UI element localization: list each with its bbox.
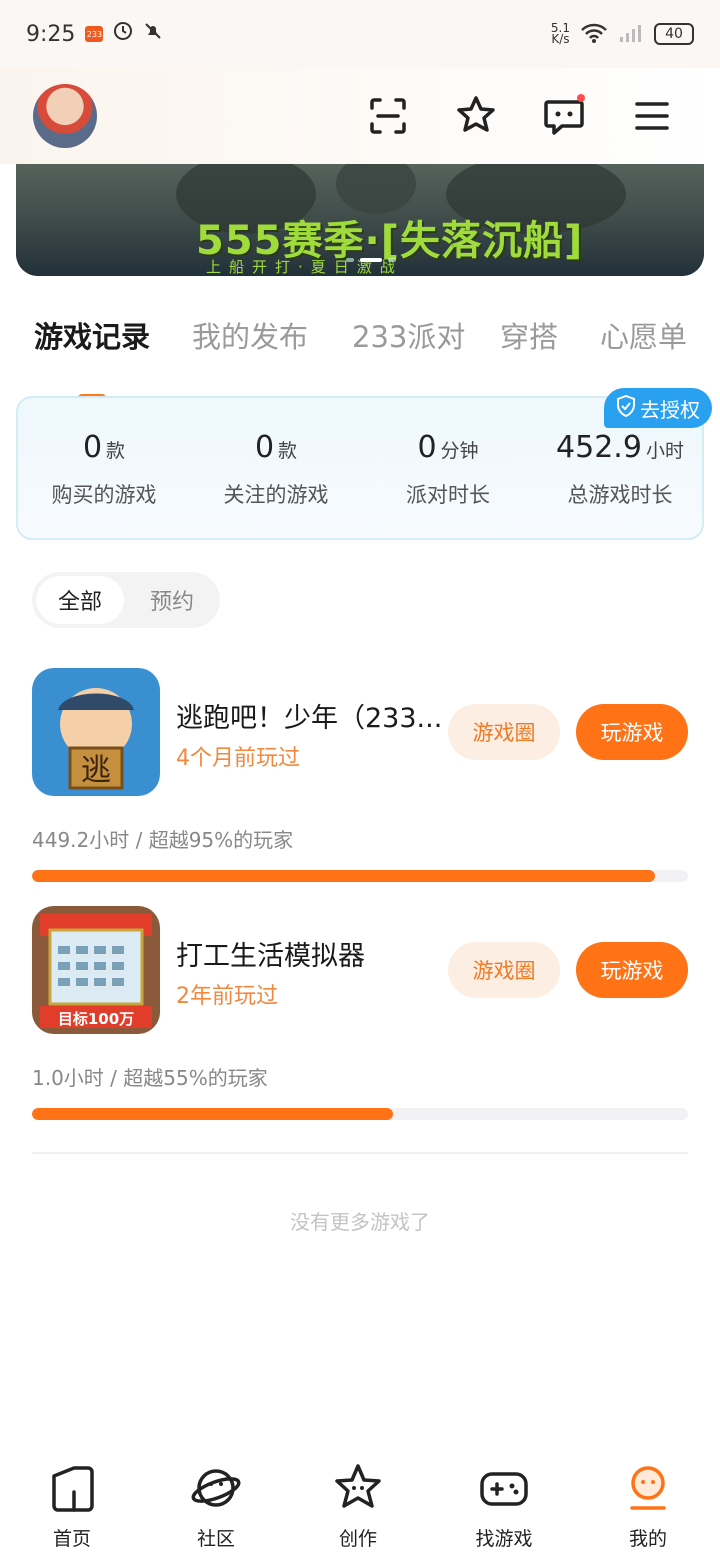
tab-wishlist[interactable]: 心愿单	[600, 314, 687, 356]
banner-dot-active	[360, 258, 382, 262]
shield-check-icon	[616, 394, 636, 422]
mute-icon	[143, 21, 163, 47]
authorize-label: 去授权	[640, 397, 700, 422]
tab-outfits[interactable]: 穿搭	[500, 314, 558, 356]
top-header	[0, 68, 720, 164]
status-right: 5.1 K/s 40	[550, 21, 694, 46]
stat-value: 0	[254, 430, 275, 465]
playtime-stat: 449.2小时 / 超越95%的玩家	[32, 828, 294, 852]
menu-icon[interactable]	[630, 94, 674, 138]
sync-icon	[113, 21, 133, 47]
tab-game-records[interactable]: 游戏记录	[34, 314, 150, 356]
nav-label: 社区	[196, 1528, 235, 1550]
tab-my-posts[interactable]: 我的发布	[192, 314, 308, 356]
last-played: 4个月前玩过	[176, 746, 300, 771]
stat-followed[interactable]: 0款 关注的游戏	[190, 430, 362, 509]
tab-233-party[interactable]: 233派对	[352, 314, 465, 356]
list-divider	[32, 1152, 688, 1154]
home-icon	[46, 1462, 98, 1518]
game-icon[interactable]: 目标100万	[32, 906, 160, 1034]
game-title: 打工生活模拟器	[176, 941, 365, 972]
stat-unit: 小时	[645, 440, 684, 462]
message-icon[interactable]	[542, 94, 586, 138]
stat-unit: 款	[106, 440, 126, 462]
status-bar: 9:25 233 5.1 K/s 40	[0, 0, 720, 68]
game-row[interactable]: 逃 逃跑吧！少年（233... 4个月前玩过 游戏圈 玩游戏 449.2小时 /…	[0, 668, 720, 904]
game-title: 逃跑吧！少年（233...	[176, 703, 443, 734]
gamepad-icon	[478, 1462, 530, 1518]
main-card: 游戏记录 我的发布 233派对 穿搭 心愿单 0款 购买的游戏 0款 关注的游戏…	[0, 292, 720, 1560]
game-icon-text: 目标100万	[58, 1010, 134, 1028]
play-game-button[interactable]: 玩游戏	[576, 942, 688, 998]
nav-find-games[interactable]: 找游戏	[444, 1462, 564, 1551]
profile-icon	[622, 1462, 674, 1518]
star-icon	[332, 1462, 384, 1518]
game-circle-button[interactable]: 游戏圈	[448, 942, 560, 998]
no-more-games-text: 没有更多游戏了	[290, 1210, 430, 1234]
net-speed: 5.1 K/s	[550, 21, 570, 46]
nav-label: 创作	[338, 1528, 377, 1550]
nav-create[interactable]: 创作	[298, 1462, 418, 1551]
play-game-button[interactable]: 玩游戏	[576, 704, 688, 760]
banner-indicator	[346, 258, 396, 262]
stat-label: 购买的游戏	[51, 483, 157, 507]
app-233-icon: 233	[85, 26, 104, 42]
filter-reserve[interactable]: 预约	[128, 576, 216, 624]
game-icon-text: 逃	[81, 753, 111, 788]
playtime-progress	[32, 1108, 688, 1120]
stat-unit: 款	[278, 440, 298, 462]
nav-label: 找游戏	[475, 1528, 533, 1550]
stats-panel: 0款 购买的游戏 0款 关注的游戏 0 分钟 派对时长 452.9 小时 总游戏时长	[16, 396, 704, 540]
filter-all[interactable]: 全部	[36, 576, 124, 624]
signal-icon	[618, 23, 644, 46]
avatar[interactable]	[33, 84, 97, 148]
nav-profile[interactable]: 我的	[588, 1462, 708, 1551]
tab-bar: 游戏记录 我的发布 233派对 穿搭 心愿单	[0, 314, 720, 402]
stat-value: 0	[417, 430, 437, 465]
playtime-stat: 1.0小时 / 超越55%的玩家	[32, 1066, 268, 1090]
promo-banner[interactable]: 555赛季·[失落沉船] 上船开打·夏日激战	[16, 164, 704, 276]
bottom-nav: 首页 社区 创作 找游戏 我的	[0, 1454, 720, 1560]
nav-community[interactable]: 社区	[156, 1462, 276, 1551]
banner-dot	[346, 258, 354, 262]
stat-value: 0	[82, 430, 103, 465]
stat-purchased[interactable]: 0款 购买的游戏	[18, 430, 190, 509]
banner-dot	[388, 258, 396, 262]
game-row[interactable]: 目标100万 打工生活模拟器 2年前玩过 游戏圈 玩游戏 1.0小时 / 超越5…	[0, 906, 720, 1142]
filter-toggle: 全部 预约	[32, 572, 220, 628]
stat-party-time[interactable]: 0 分钟 派对时长	[362, 430, 534, 509]
authorize-button[interactable]: 去授权	[604, 388, 712, 428]
progress-fill	[32, 870, 656, 882]
status-left: 9:25 233	[26, 21, 163, 47]
last-played: 2年前玩过	[176, 984, 278, 1009]
game-icon[interactable]: 逃	[32, 668, 160, 796]
stat-value: 452.9	[556, 430, 642, 465]
nav-label: 首页	[52, 1528, 91, 1550]
scan-icon[interactable]	[366, 94, 410, 138]
stat-unit: 分钟	[440, 440, 479, 462]
stat-label: 关注的游戏	[223, 483, 329, 507]
nav-label: 我的	[628, 1528, 667, 1550]
status-time: 9:25	[26, 21, 76, 47]
favorites-star-icon[interactable]	[454, 94, 498, 138]
stat-label: 总游戏时长	[567, 483, 673, 507]
progress-fill	[32, 1108, 393, 1120]
stat-total-time[interactable]: 452.9 小时 总游戏时长	[534, 430, 706, 509]
wifi-icon	[580, 23, 608, 46]
nav-home[interactable]: 首页	[12, 1462, 132, 1551]
planet-icon	[190, 1462, 242, 1518]
game-circle-button[interactable]: 游戏圈	[448, 704, 560, 760]
battery-icon: 40	[654, 23, 694, 45]
playtime-progress	[32, 870, 688, 882]
stat-label: 派对时长	[406, 483, 490, 507]
